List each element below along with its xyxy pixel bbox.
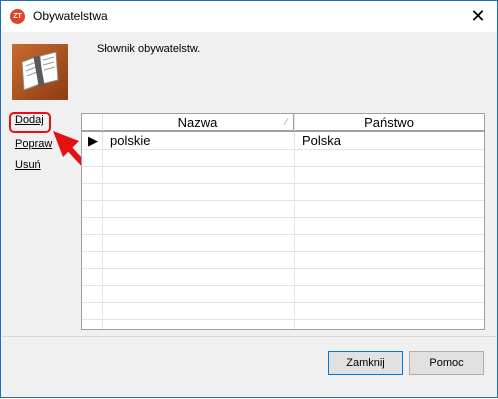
citizenship-grid: Nazwa ⁄ Państwo ▶ polskie Polska bbox=[81, 113, 485, 330]
table-row[interactable] bbox=[82, 149, 484, 167]
table-row[interactable] bbox=[82, 183, 484, 201]
footer-divider bbox=[2, 336, 496, 337]
close-button[interactable]: Zamknij bbox=[328, 351, 403, 375]
table-row[interactable] bbox=[82, 200, 484, 218]
table-row[interactable]: ▶ polskie Polska bbox=[82, 131, 484, 150]
row-selected-icon: ▶ bbox=[88, 133, 98, 148]
table-row[interactable] bbox=[82, 268, 484, 286]
table-row[interactable] bbox=[82, 217, 484, 235]
cell-name[interactable]: polskie bbox=[102, 132, 294, 149]
cell-country[interactable]: Polska bbox=[294, 132, 484, 149]
table-row[interactable] bbox=[82, 285, 484, 303]
row-indicator-header bbox=[82, 114, 102, 131]
dialog-window: ZT Obywatelstwa ✕ Słownik obywatelstw. D… bbox=[0, 0, 498, 398]
table-row[interactable] bbox=[82, 166, 484, 184]
column-header-name[interactable]: Nazwa ⁄ bbox=[102, 114, 294, 131]
table-row[interactable] bbox=[82, 251, 484, 269]
sort-icon: ⁄ bbox=[285, 117, 287, 127]
table-row[interactable] bbox=[82, 302, 484, 320]
table-row[interactable] bbox=[82, 234, 484, 252]
column-header-country[interactable]: Państwo bbox=[294, 114, 484, 131]
help-button[interactable]: Pomoc bbox=[409, 351, 484, 375]
